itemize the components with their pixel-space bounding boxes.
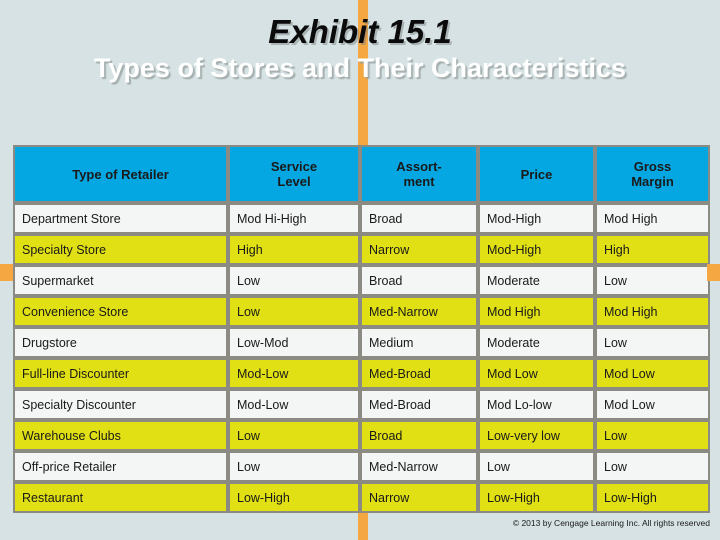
- table-row: Full-line Discounter Mod-Low Med-Broad Mod …: [13, 358, 710, 389]
- cell-gross-margin: High: [595, 234, 710, 265]
- retail-characteristics-table-wrapper: Type of Retailer Service Level Assort- m…: [13, 145, 710, 513]
- cell-price: Low: [478, 451, 595, 482]
- cell-gross-margin: Low: [595, 451, 710, 482]
- column-header-line1: Type of Retailer: [72, 166, 169, 182]
- column-header-price: Price: [478, 145, 595, 203]
- cell-gross-margin: Low: [595, 327, 710, 358]
- page-title: Exhibit 15.1: [268, 13, 452, 50]
- cell-price: Moderate: [478, 327, 595, 358]
- page-subtitle: Types of Stores and Their Characteristic…: [93, 53, 627, 83]
- cell-retailer: Drugstore: [13, 327, 228, 358]
- cell-service-level: Low: [228, 451, 360, 482]
- cell-service-level: Low-Mod: [228, 327, 360, 358]
- cell-price: Mod-High: [478, 234, 595, 265]
- cell-service-level: Low: [228, 265, 360, 296]
- column-header-line2: Margin: [631, 174, 674, 189]
- cell-retailer: Specialty Store: [13, 234, 228, 265]
- column-header-line1: Service: [270, 159, 318, 174]
- cell-assortment: Med-Narrow: [360, 451, 478, 482]
- cell-service-level: Mod-Low: [228, 389, 360, 420]
- cell-service-level: Low: [228, 296, 360, 327]
- cell-retailer: Supermarket: [13, 265, 228, 296]
- column-header-gross-margin: Gross Margin: [595, 145, 710, 203]
- cell-service-level: Low-High: [228, 482, 360, 513]
- cell-gross-margin: Low: [595, 265, 710, 296]
- cell-price: Mod High: [478, 296, 595, 327]
- table-row: Restaurant Low-High Narrow Low-High Low-High: [13, 482, 710, 513]
- cell-price: Moderate: [478, 265, 595, 296]
- cell-price: Mod-High: [478, 203, 595, 234]
- table-row: Supermarket Low Broad Moderate Low: [13, 265, 710, 296]
- cell-service-level: Low: [228, 420, 360, 451]
- column-header-line1: Price: [520, 166, 553, 182]
- accent-tab-right: [707, 264, 720, 281]
- cell-gross-margin: Mod Low: [595, 389, 710, 420]
- cell-gross-margin: Low-High: [595, 482, 710, 513]
- cell-price: Mod Low: [478, 358, 595, 389]
- column-header-line2: Level: [277, 174, 311, 189]
- cell-gross-margin: Mod High: [595, 296, 710, 327]
- cell-retailer: Convenience Store: [13, 296, 228, 327]
- column-header-line1: Gross: [633, 159, 672, 174]
- table-row: Specialty Store High Narrow Mod-High High: [13, 234, 710, 265]
- column-header-service-level: Service Level: [228, 145, 360, 203]
- column-header-assortment: Assort- ment: [360, 145, 478, 203]
- cell-assortment: Med-Narrow: [360, 296, 478, 327]
- table-row: Warehouse Clubs Low Broad Low-very low Low: [13, 420, 710, 451]
- cell-assortment: Broad: [360, 420, 478, 451]
- table-header-row: Type of Retailer Service Level Assort- m…: [13, 145, 710, 203]
- cell-service-level: High: [228, 234, 360, 265]
- table-header: Type of Retailer Service Level Assort- m…: [13, 145, 710, 203]
- cell-retailer: Specialty Discounter: [13, 389, 228, 420]
- cell-retailer: Restaurant: [13, 482, 228, 513]
- cell-assortment: Med-Broad: [360, 358, 478, 389]
- cell-assortment: Narrow: [360, 234, 478, 265]
- cell-retailer: Full-line Discounter: [13, 358, 228, 389]
- cell-service-level: Mod-Low: [228, 358, 360, 389]
- table-row: Convenience Store Low Med-Narrow Mod High Mo…: [13, 296, 710, 327]
- cell-retailer: Department Store: [13, 203, 228, 234]
- table-body: Department Store Mod Hi-High Broad Mod-High…: [13, 203, 710, 513]
- cell-retailer: Warehouse Clubs: [13, 420, 228, 451]
- cell-assortment: Broad: [360, 265, 478, 296]
- column-header-type-of-retailer: Type of Retailer: [13, 145, 228, 203]
- cell-assortment: Med-Broad: [360, 389, 478, 420]
- cell-price: Low-High: [478, 482, 595, 513]
- table-row: Specialty Discounter Mod-Low Med-Broad Mod …: [13, 389, 710, 420]
- cell-assortment: Narrow: [360, 482, 478, 513]
- retail-characteristics-table: Type of Retailer Service Level Assort- m…: [13, 145, 710, 513]
- column-header-line2: ment: [403, 174, 435, 189]
- column-header-line1: Assort-: [396, 159, 442, 174]
- cell-retailer: Off-price Retailer: [13, 451, 228, 482]
- cell-assortment: Medium: [360, 327, 478, 358]
- cell-gross-margin: Mod Low: [595, 358, 710, 389]
- accent-tab-left: [0, 264, 13, 281]
- cell-price: Low-very low: [478, 420, 595, 451]
- cell-gross-margin: Low: [595, 420, 710, 451]
- cell-gross-margin: Mod High: [595, 203, 710, 234]
- copyright-footer: © 2013 by Cengage Learning Inc. All righ…: [512, 518, 710, 528]
- table-row: Drugstore Low-Mod Medium Moderate Low: [13, 327, 710, 358]
- cell-service-level: Mod Hi-High: [228, 203, 360, 234]
- table-row: Department Store Mod Hi-High Broad Mod-High…: [13, 203, 710, 234]
- table-row: Off-price Retailer Low Med-Narrow Low Low: [13, 451, 710, 482]
- title-block: Exhibit 15.1 Types of Stores and Their C…: [0, 0, 720, 83]
- cell-price: Mod Lo-low: [478, 389, 595, 420]
- cell-assortment: Broad: [360, 203, 478, 234]
